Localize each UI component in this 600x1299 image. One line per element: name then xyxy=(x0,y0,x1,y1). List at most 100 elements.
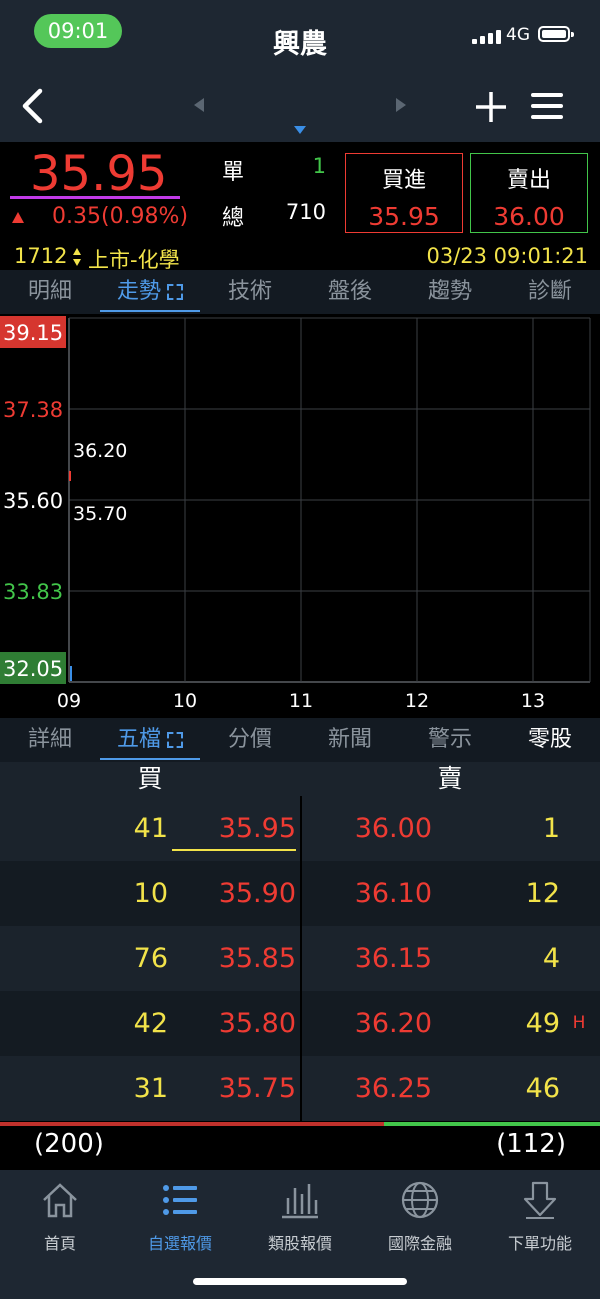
tab-technical[interactable]: 技術 xyxy=(200,270,300,314)
chart-annotation: 35.70 xyxy=(73,503,127,525)
download-arrow-icon xyxy=(523,1181,557,1219)
ask-total: (112) xyxy=(496,1129,566,1159)
tab-after-hours[interactable]: 盤後 xyxy=(300,270,400,314)
tab-details-label: 明細 xyxy=(27,279,72,304)
bar-chart-icon xyxy=(282,1184,318,1219)
home-icon xyxy=(43,1183,77,1218)
nav-watchlist[interactable]: 自選報價 xyxy=(120,1180,240,1254)
tab-five-levels-label: 五檔 xyxy=(116,727,161,752)
add-icon[interactable] xyxy=(474,90,508,124)
intraday-chart[interactable]: 39.15 37.38 35.60 33.83 32.05 09 10 11 12 13 36.… xyxy=(0,316,600,716)
bid-quantity: 76 xyxy=(133,943,168,974)
prev-stock-icon[interactable] xyxy=(192,97,206,113)
x-tick-label: 13 xyxy=(521,690,545,712)
expand-icon[interactable] xyxy=(167,284,183,300)
bid-quantity: 10 xyxy=(133,878,168,909)
single-volume-label: 單 xyxy=(222,160,245,185)
bid-quantity: 42 xyxy=(133,1008,168,1039)
high-flag xyxy=(566,796,592,861)
tab-odd-lot[interactable]: 零股 xyxy=(500,718,600,762)
nav-international[interactable]: 國際金融 xyxy=(360,1180,480,1254)
sell-header: 賣 xyxy=(437,764,463,793)
y-tick-label: 35.60 xyxy=(3,489,63,513)
price-change: 0.35(0.98%) xyxy=(52,204,189,229)
tab-trend[interactable]: 走勢 xyxy=(100,270,200,314)
home-indicator[interactable] xyxy=(193,1278,407,1285)
tab-odd-lot-label: 零股 xyxy=(527,727,572,752)
swap-icon[interactable] xyxy=(72,247,82,267)
bid-price: 35.85 xyxy=(218,943,296,974)
x-tick-label: 10 xyxy=(173,690,197,712)
tab-five-levels[interactable]: 五檔 xyxy=(100,718,200,762)
last-price: 35.95 xyxy=(30,146,168,202)
nav-order[interactable]: 下單功能 xyxy=(480,1180,600,1254)
tab-news[interactable]: 新聞 xyxy=(300,718,400,762)
best-bid-underline xyxy=(172,849,296,851)
tab-details[interactable]: 明細 xyxy=(0,270,100,314)
bid-price: 35.95 xyxy=(218,813,296,844)
tab-tendency-label: 趨勢 xyxy=(427,279,472,304)
ask-price: 36.20 xyxy=(354,1008,432,1039)
tab-after-hours-label: 盤後 xyxy=(327,279,372,304)
list-icon xyxy=(163,1185,197,1215)
tab-trend-label: 走勢 xyxy=(116,279,161,304)
single-volume-value: 1 xyxy=(312,154,326,178)
high-flag xyxy=(566,861,592,926)
bid-price: 35.75 xyxy=(218,1073,296,1104)
x-tick-label: 09 xyxy=(57,690,81,712)
stock-title[interactable]: 興農 xyxy=(200,22,400,61)
nav-order-label: 下單功能 xyxy=(507,1234,572,1253)
nav-sector-label: 類股報價 xyxy=(267,1234,332,1253)
total-volume-label: 總 xyxy=(222,206,245,231)
menu-icon[interactable] xyxy=(530,91,564,121)
tab-price-volume-label: 分價 xyxy=(227,727,272,752)
bid-total: (200) xyxy=(34,1129,104,1159)
ask-quantity: 12 xyxy=(525,878,560,909)
tab-detail[interactable]: 詳細 xyxy=(0,718,100,762)
x-tick-label: 11 xyxy=(289,690,313,712)
order-tab-bar: 詳細 五檔 分價 新聞 警示 零股 xyxy=(0,718,600,762)
tab-technical-label: 技術 xyxy=(227,279,272,304)
tab-price-volume[interactable]: 分價 xyxy=(200,718,300,762)
y-tick-label: 33.83 xyxy=(3,580,63,604)
nav-watchlist-label: 自選報價 xyxy=(147,1234,212,1253)
chart-annotation: 36.20 xyxy=(73,440,127,462)
tab-diagnosis-label: 診斷 xyxy=(527,279,572,304)
sell-price: 36.00 xyxy=(493,202,565,231)
order-book-header xyxy=(0,762,600,796)
y-tick-label: 32.05 xyxy=(3,657,63,681)
nav-home[interactable]: 首頁 xyxy=(0,1180,120,1254)
expand-icon[interactable] xyxy=(167,732,183,748)
high-flag xyxy=(566,926,592,991)
nav-sector-quotes[interactable]: 類股報價 xyxy=(240,1180,360,1254)
back-icon[interactable] xyxy=(20,88,46,124)
bid-price: 35.90 xyxy=(218,878,296,909)
battery-icon xyxy=(538,26,574,42)
buy-button[interactable]: 買進 35.95 xyxy=(345,153,463,233)
chevron-down-icon[interactable] xyxy=(294,126,306,134)
up-arrow-icon xyxy=(12,212,24,223)
bid-quantity: 31 xyxy=(133,1073,168,1104)
network-type: 4G xyxy=(506,25,530,45)
tab-diagnosis[interactable]: 診斷 xyxy=(500,270,600,314)
order-book-divider xyxy=(300,796,302,1121)
signal-icon xyxy=(472,28,501,44)
next-stock-icon[interactable] xyxy=(394,97,408,113)
ask-quantity: 46 xyxy=(525,1073,560,1104)
bid-quantity: 41 xyxy=(133,813,168,844)
status-time: 09:01 xyxy=(34,14,122,48)
tab-news-label: 新聞 xyxy=(327,727,372,752)
tab-alerts-label: 警示 xyxy=(427,727,472,752)
sell-button[interactable]: 賣出 36.00 xyxy=(470,153,588,233)
ask-price: 36.25 xyxy=(354,1073,432,1104)
buy-label: 買進 xyxy=(381,168,426,193)
high-flag xyxy=(566,1056,592,1121)
ask-price: 36.00 xyxy=(354,813,432,844)
tab-tendency[interactable]: 趨勢 xyxy=(400,270,500,314)
y-tick-label: 39.15 xyxy=(3,321,63,345)
top-tab-bar: 明細 走勢 技術 盤後 趨勢 診斷 xyxy=(0,270,600,314)
tab-detail-label: 詳細 xyxy=(27,727,72,752)
tab-alerts[interactable]: 警示 xyxy=(400,718,500,762)
stock-code: 1712 xyxy=(14,244,68,268)
nav-international-label: 國際金融 xyxy=(387,1234,452,1253)
